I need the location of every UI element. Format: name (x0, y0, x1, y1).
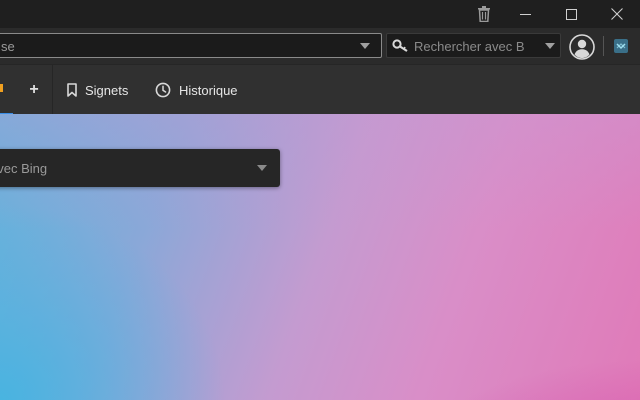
bookmarks-label: Signets (85, 82, 129, 98)
minimize-icon (519, 13, 531, 15)
search-engine-dropdown-icon[interactable] (545, 43, 555, 49)
search-engine-value: avec Bing (0, 161, 48, 176)
bookmark-icon (67, 83, 77, 97)
search-engine-select[interactable]: avec Bing (0, 149, 280, 187)
tab-separator (52, 65, 53, 115)
history-label: Historique (179, 82, 238, 98)
trash-button[interactable] (461, 0, 507, 28)
url-dropdown-icon[interactable] (360, 43, 370, 49)
history-button[interactable]: Historique (155, 79, 238, 101)
tab-accent-marker (0, 84, 3, 92)
user-circle-icon (569, 34, 595, 60)
search-key-icon (392, 39, 408, 52)
close-icon (611, 8, 623, 20)
title-bar (0, 0, 640, 28)
extension-button[interactable] (614, 39, 628, 53)
bookmarks-button[interactable]: Signets (67, 79, 128, 101)
close-button[interactable] (594, 0, 640, 28)
toolbar-separator (603, 36, 604, 56)
new-tab-button[interactable]: + (25, 81, 43, 99)
search-placeholder: Rechercher avec Bi (414, 39, 524, 54)
search-input[interactable]: Rechercher avec Bi (386, 33, 561, 58)
extension-icon (614, 39, 628, 53)
trash-icon (478, 6, 490, 22)
history-clock-icon (155, 82, 171, 98)
maximize-icon (565, 8, 577, 20)
profile-button[interactable] (569, 34, 595, 60)
url-input[interactable]: se (0, 33, 382, 58)
address-bar: se Rechercher avec Bi (0, 28, 640, 64)
maximize-button[interactable] (548, 0, 594, 28)
minimize-button[interactable] (502, 0, 548, 28)
tab-bar: + Signets Historique (0, 64, 640, 115)
url-text: se (1, 39, 15, 54)
search-engine-caret-icon[interactable] (257, 165, 267, 171)
new-tab-page: avec Bing (0, 114, 640, 400)
